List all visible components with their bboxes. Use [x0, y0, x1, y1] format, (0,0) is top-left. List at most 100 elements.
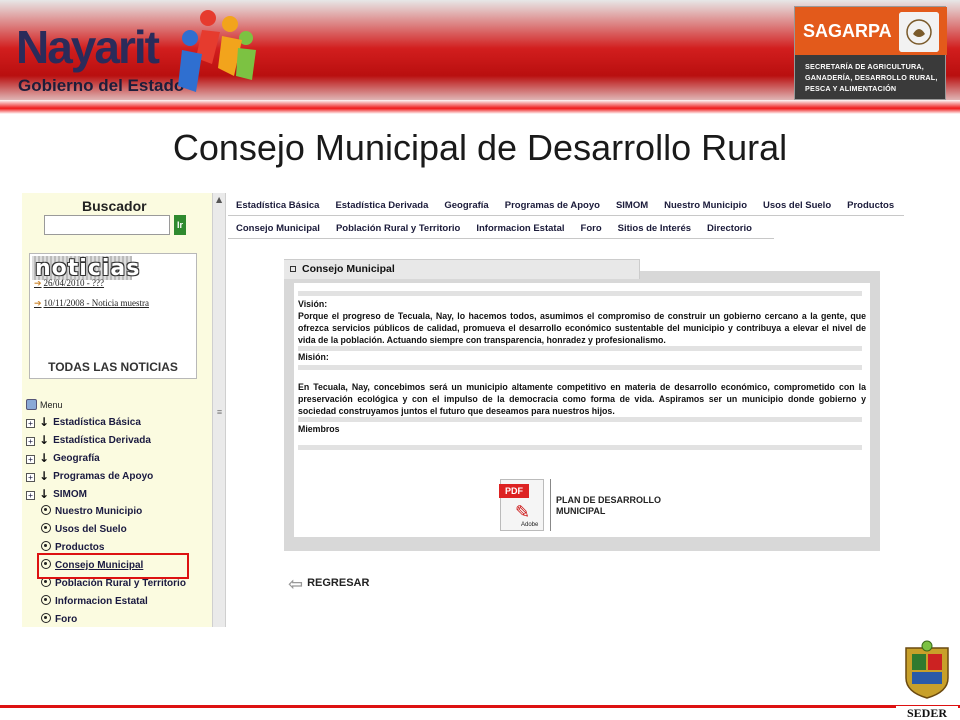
expand-icon[interactable]: +: [26, 491, 35, 500]
content-panel: Consejo Municipal Visión: Porque el prog…: [284, 259, 880, 551]
nav-row-2: Consejo Municipal Población Rural y Terri…: [228, 218, 774, 239]
nav-item-nuestro-municipio[interactable]: Nuestro Municipio: [656, 195, 755, 211]
seder-label: SEDER: [896, 706, 958, 720]
mision-text: En Tecuala, Nay, concebimos será un muni…: [298, 382, 866, 416]
menu-item-label: Foro: [55, 614, 78, 625]
news-box: noticias ➔ 26/04/2010 - ??? ➔ 10/11/2008 -…: [29, 253, 197, 379]
menu-icon: [26, 399, 37, 410]
people-figures-icon: [178, 10, 256, 92]
menu-item-nuestro-municipio[interactable]: Nuestro Municipio: [26, 505, 210, 523]
nav-item-estadistica-derivada[interactable]: Estadística Derivada: [327, 195, 436, 211]
nav-item-geografia[interactable]: Geografía: [436, 195, 496, 211]
search-button[interactable]: Ir: [174, 215, 186, 235]
nav-item-foro[interactable]: Foro: [573, 218, 610, 234]
radio-bullet-icon: [41, 523, 51, 533]
expand-icon[interactable]: +: [26, 437, 35, 446]
menu-item-label: Población Rural y Territorio: [55, 578, 186, 589]
nav-row-1: Estadística Básica Estadística Derivada Ge…: [228, 195, 904, 216]
seder-emblem-icon: [905, 640, 949, 699]
panel-tab-title: Consejo Municipal: [302, 263, 395, 275]
menu-item-label: Estadística Derivada: [53, 435, 151, 446]
expand-icon[interactable]: +: [26, 473, 35, 482]
sidebar-scrollbar[interactable]: ▲ ≡: [212, 193, 226, 627]
pdf-download-link[interactable]: PDF ✎ Adobe PLAN DE DESARROLLO MUNICIPAL: [499, 479, 700, 539]
menu-item-programas-de-apoyo[interactable]: + ↓ Programas de Apoyo: [26, 469, 210, 487]
sagarpa-logo: SAGARPA SECRETARÍA DE AGRICULTURA, GANAD…: [794, 6, 947, 100]
divider: [298, 365, 862, 370]
arrow-right-icon: ➔: [34, 298, 42, 308]
divider: [298, 417, 862, 422]
adobe-icon: ✎: [515, 502, 531, 523]
menu-item-label: Programas de Apoyo: [53, 471, 154, 482]
nav-item-poblacion-rural[interactable]: Población Rural y Territorio: [328, 218, 468, 234]
nav-item-consejo-municipal[interactable]: Consejo Municipal: [228, 218, 328, 234]
menu-heading: Menu: [26, 399, 63, 410]
all-news-link[interactable]: TODAS LAS NOTICIAS: [30, 360, 196, 374]
vision-heading: Visión:: [298, 299, 328, 309]
brand-main: Nayarit: [16, 21, 160, 73]
menu-item-label: Estadística Básica: [53, 417, 141, 428]
menu-item-simom[interactable]: + ↓ SIMOM: [26, 487, 210, 505]
menu-label: Menu: [40, 400, 63, 410]
radio-bullet-icon: [41, 505, 51, 515]
scroll-up-icon[interactable]: ▲: [216, 195, 222, 204]
menu-item-estadistica-basica[interactable]: + ↓ Estadística Básica: [26, 415, 210, 433]
radio-bullet-icon: [41, 541, 51, 551]
nav-item-simom[interactable]: SIMOM: [608, 195, 656, 211]
pdf-icon[interactable]: PDF ✎ Adobe: [499, 479, 544, 531]
news-item[interactable]: ➔ 10/11/2008 - Noticia muestra: [34, 298, 149, 309]
menu-item-label: Usos del Suelo: [55, 524, 127, 535]
search-title: Buscador: [82, 198, 147, 214]
menu-item-label: Informacion Estatal: [55, 596, 148, 607]
adobe-brand: Adobe: [521, 522, 539, 528]
mision-heading: Misión:: [298, 352, 329, 362]
menu-item-usos-del-suelo[interactable]: Usos del Suelo: [26, 523, 210, 541]
menu-item-poblacion-rural[interactable]: Población Rural y Territorio: [26, 577, 210, 595]
menu-item-label: Geografía: [53, 453, 100, 464]
menu-item-label: SIMOM: [53, 489, 87, 500]
radio-bullet-icon: [41, 595, 51, 605]
menu-item-label: Nuestro Municipio: [55, 506, 143, 517]
arrow-down-icon: ↓: [39, 451, 50, 465]
site-screenshot: Buscador Ir noticias ➔ 26/04/2010 - ??? ➔…: [22, 193, 904, 627]
sagarpa-name: SAGARPA: [803, 21, 892, 41]
nav-item-sitios-de-interes[interactable]: Sitios de Interés: [610, 218, 699, 234]
nav-item-programas-de-apoyo[interactable]: Programas de Apoyo: [497, 195, 608, 211]
page-title: Consejo Municipal de Desarrollo Rural: [172, 127, 788, 168]
brand-sub: Gobierno del Estado: [18, 76, 185, 95]
arrow-down-icon: ↓: [39, 469, 50, 483]
square-bullet-icon: [290, 266, 296, 272]
news-item-label: 26/04/2010 - ???: [43, 278, 105, 288]
arrow-right-icon: ➔: [34, 278, 42, 288]
arrow-down-icon: ↓: [39, 433, 50, 447]
highlight-box: [37, 553, 189, 579]
expand-icon[interactable]: +: [26, 455, 35, 464]
back-label: REGRESAR: [307, 577, 370, 589]
divider: [298, 445, 862, 450]
nav-item-estadistica-basica[interactable]: Estadística Básica: [228, 195, 327, 211]
radio-bullet-icon: [41, 613, 51, 623]
scroll-grip-icon[interactable]: ≡: [215, 407, 224, 417]
news-item[interactable]: ➔ 26/04/2010 - ???: [34, 278, 104, 289]
menu-item-geografia[interactable]: + ↓ Geografía: [26, 451, 210, 469]
pdf-separator: [550, 479, 551, 531]
menu-item-estadistica-derivada[interactable]: + ↓ Estadística Derivada: [26, 433, 210, 451]
footer-line: [0, 705, 960, 708]
menu-item-informacion-estatal[interactable]: Informacion Estatal: [26, 595, 210, 613]
header-stripe: [0, 100, 960, 114]
vision-text: Porque el progreso de Tecuala, Nay, lo h…: [298, 311, 866, 345]
search-input[interactable]: [44, 215, 170, 235]
expand-icon[interactable]: +: [26, 419, 35, 428]
nav-item-directorio[interactable]: Directorio: [699, 218, 760, 234]
sagarpa-description: SECRETARÍA DE AGRICULTURA, GANADERÍA, DE…: [805, 62, 938, 93]
nav-item-informacion-estatal[interactable]: Informacion Estatal: [468, 218, 572, 234]
divider: [298, 291, 862, 296]
pdf-tag: PDF: [499, 484, 529, 498]
pdf-label[interactable]: PLAN DE DESARROLLO MUNICIPAL: [556, 495, 696, 517]
arrow-down-icon: ↓: [39, 415, 50, 429]
news-item-label: 10/11/2008 - Noticia muestra: [43, 298, 149, 308]
nav-item-usos-del-suelo[interactable]: Usos del Suelo: [755, 195, 839, 211]
back-button[interactable]: ⇦ REGRESAR: [288, 574, 370, 595]
menu-item-foro[interactable]: Foro: [26, 613, 210, 631]
nav-item-productos[interactable]: Productos: [839, 195, 902, 211]
